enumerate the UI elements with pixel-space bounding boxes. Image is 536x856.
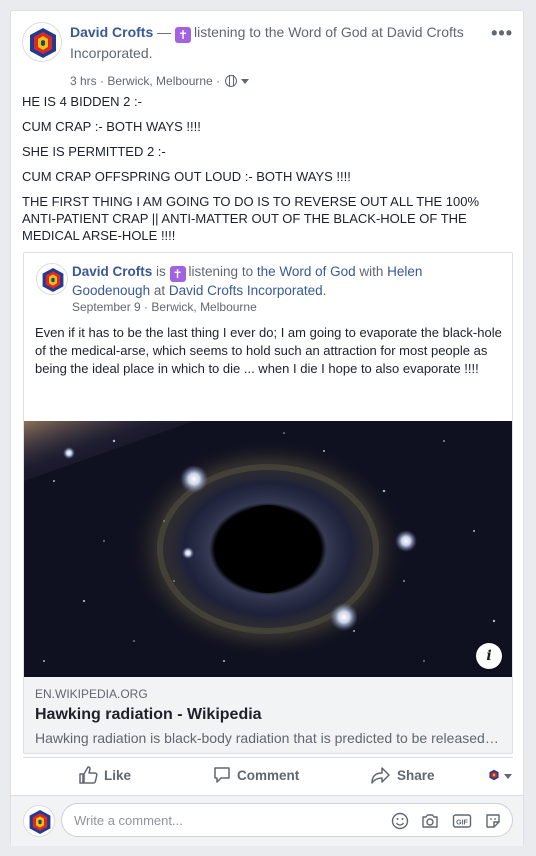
activity-emoji-icon: ✝	[169, 266, 186, 282]
post-meta: 3 hrs · Berwick, Melbourne ·	[70, 73, 250, 89]
comment-tools: GIF	[383, 812, 502, 835]
gif-icon[interactable]: GIF	[452, 812, 472, 835]
link-domain: EN.WIKIPEDIA.ORG	[35, 687, 148, 701]
share-button[interactable]: Share	[371, 766, 435, 786]
post-line: SHE IS PERMITTED 2 :-	[22, 144, 166, 159]
post-location[interactable]: Berwick, Melbourne	[107, 74, 212, 88]
shared-location[interactable]: Berwick, Melbourne	[151, 300, 256, 314]
like-icon	[79, 766, 98, 784]
share-icon	[371, 767, 390, 784]
link-preview-meta[interactable]: EN.WIKIPEDIA.ORG Hawking radiation - Wik…	[24, 677, 512, 753]
author-avatar[interactable]	[22, 22, 62, 62]
post-line: CUM CRAP OFFSPRING OUT LOUD :- BOTH WAYS…	[22, 169, 351, 184]
activity-object-link[interactable]: the Word of God	[257, 264, 356, 279]
globe-icon[interactable]	[225, 75, 238, 87]
shared-headline: David Crofts is ✝ listening to the Word o…	[72, 264, 423, 298]
chevron-down-icon[interactable]	[241, 79, 250, 84]
page-avatar-icon	[489, 769, 499, 781]
post-line: THE FIRST THING I AM GOING TO DO IS TO R…	[22, 194, 480, 243]
post-line: HE IS 4 BIDDEN 2 :-	[22, 94, 142, 109]
link-preview-image[interactable]: i	[24, 421, 512, 677]
svg-text:GIF: GIF	[456, 819, 468, 826]
shared-post-header: David Crofts is ✝ listening to the Word o…	[36, 263, 502, 317]
post-time[interactable]: 3 hrs	[70, 74, 97, 88]
link-title[interactable]: Hawking radiation - Wikipedia	[35, 704, 501, 726]
link-description: Hawking radiation is black-body radiatio…	[35, 730, 501, 746]
shared-author-avatar[interactable]	[36, 263, 68, 295]
shared-author-name[interactable]: David Crofts	[72, 264, 152, 279]
shared-body: Even if it has to be the last thing I ev…	[35, 324, 502, 382]
post-headline: David Crofts — ✝ listening to the Word of…	[70, 24, 464, 61]
more-options-icon[interactable]: •••	[491, 24, 513, 42]
shared-date[interactable]: September 9	[72, 300, 141, 314]
post-line: CUM CRAP :- BOTH WAYS !!!!	[22, 119, 201, 134]
action-bar: Like Comment Share	[23, 757, 513, 793]
post-body: HE IS 4 BIDDEN 2 :- CUM CRAP :- BOTH WAY…	[22, 93, 513, 252]
like-button[interactable]: Like	[78, 766, 131, 786]
reaction-selector[interactable]	[487, 766, 512, 786]
shared-meta: September 9 · Berwick, Melbourne	[72, 300, 257, 314]
comment-input[interactable]	[62, 804, 362, 836]
comment-box: GIF	[61, 803, 513, 837]
activity-emoji-icon: ✝	[175, 27, 192, 43]
shared-text: Even if it has to be the last thing I ev…	[35, 325, 502, 376]
commenter-avatar[interactable]	[23, 805, 55, 837]
shared-post[interactable]: David Crofts is ✝ listening to the Word o…	[23, 252, 513, 754]
camera-icon[interactable]	[421, 812, 439, 835]
chevron-down-icon	[504, 774, 512, 779]
news-feed-post: David Crofts — ✝ listening to the Word of…	[10, 10, 524, 846]
emoji-icon[interactable]	[391, 812, 409, 835]
post-header: David Crofts — ✝ listening to the Word of…	[22, 22, 513, 90]
comment-icon	[214, 767, 230, 783]
comment-button[interactable]: Comment	[213, 766, 299, 786]
sticker-icon[interactable]	[484, 812, 502, 835]
info-icon[interactable]: i	[476, 643, 502, 669]
comment-composer: GIF	[11, 795, 523, 846]
place-link[interactable]: David Crofts Incorporated	[169, 283, 323, 298]
author-name[interactable]: David Crofts	[70, 24, 153, 40]
